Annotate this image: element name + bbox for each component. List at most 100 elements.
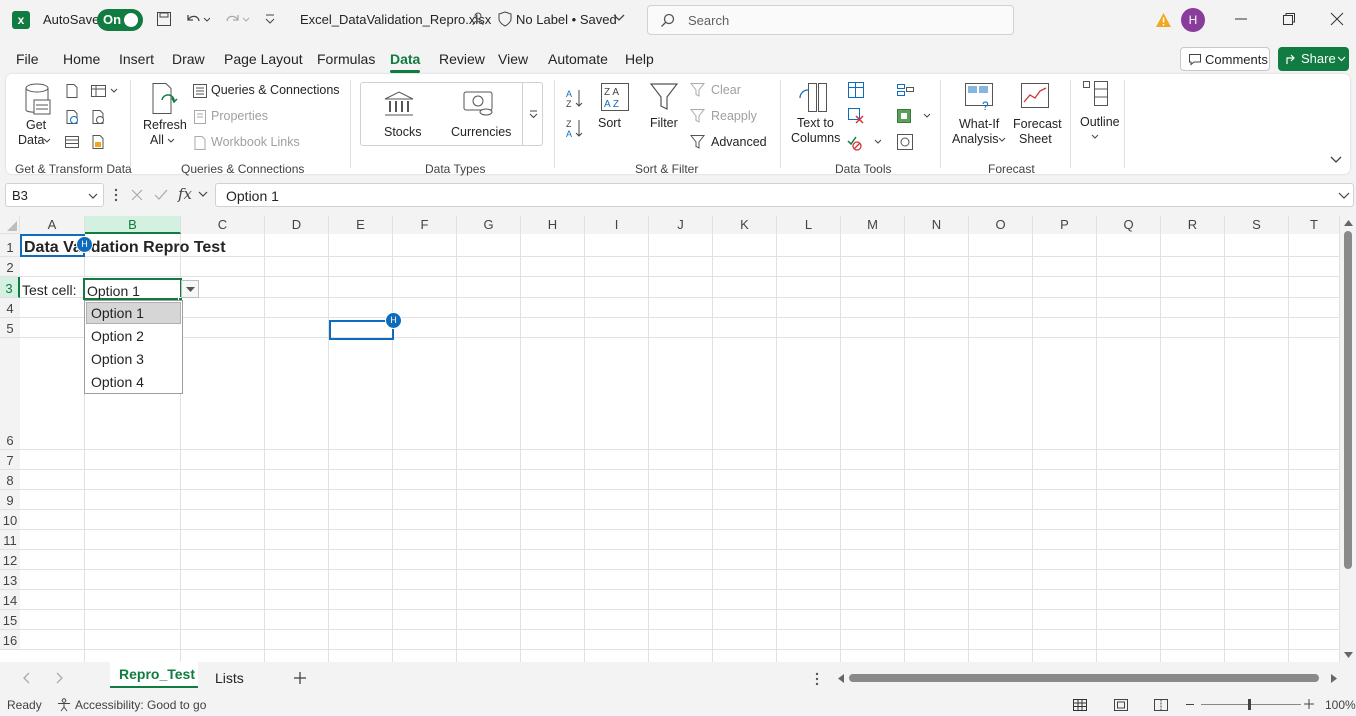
accessibility-icon[interactable] (57, 698, 71, 712)
column-header-q[interactable]: Q (1097, 216, 1161, 234)
sort-descending-icon[interactable]: ZA (565, 118, 585, 138)
ribbon-collapse-icon[interactable] (1330, 156, 1342, 164)
forecast-sheet-label-1[interactable]: Forecast (1013, 117, 1062, 131)
save-icon[interactable] (156, 11, 172, 27)
row-header-15[interactable]: 15 (0, 610, 20, 630)
column-header-e[interactable]: E (329, 216, 393, 234)
row-header-4[interactable]: 4 (0, 298, 20, 318)
forecast-sheet-label-2[interactable]: Sheet (1019, 132, 1052, 146)
confirm-formula-icon[interactable] (154, 189, 168, 201)
from-table-icon[interactable] (90, 83, 120, 99)
redo-icon[interactable] (224, 11, 250, 27)
dropdown-option[interactable]: Option 3 (91, 351, 144, 367)
get-data-icon[interactable] (24, 82, 52, 118)
row-header-10[interactable]: 10 (0, 510, 20, 530)
sort-label[interactable]: Sort (598, 116, 621, 130)
sort-ascending-icon[interactable]: AZ (565, 88, 585, 108)
manage-data-model-icon[interactable] (896, 133, 914, 151)
scroll-down-icon[interactable] (1344, 652, 1353, 658)
dropdown-option[interactable]: Option 2 (91, 328, 144, 344)
menu-review[interactable]: Review (439, 51, 485, 67)
name-box[interactable]: B3 (5, 183, 104, 207)
row-header-9[interactable]: 9 (0, 490, 20, 510)
column-header-a[interactable]: A (20, 216, 85, 234)
menu-page-layout[interactable]: Page Layout (224, 51, 303, 67)
dropdown-arrow-button[interactable] (181, 280, 199, 298)
column-header-i[interactable]: I (585, 216, 649, 234)
text-to-columns-label-1[interactable]: Text to (797, 116, 834, 130)
filter-label[interactable]: Filter (650, 116, 678, 130)
menu-insert[interactable]: Insert (119, 51, 154, 67)
refresh-all-label-1[interactable]: Refresh (143, 118, 187, 132)
insert-function-icon[interactable]: fx (178, 185, 192, 203)
menu-formulas[interactable]: Formulas (317, 51, 375, 67)
get-data-label-1[interactable]: Get (26, 118, 46, 132)
scroll-up-icon[interactable] (1344, 220, 1353, 226)
filter-icon[interactable] (649, 82, 679, 112)
prev-sheet-icon[interactable] (22, 672, 30, 684)
page-layout-view-icon[interactable] (1113, 698, 1129, 712)
menu-automate[interactable]: Automate (548, 51, 608, 67)
menu-data[interactable]: Data (390, 51, 420, 67)
text-to-columns-icon[interactable] (798, 82, 828, 114)
column-header-k[interactable]: K (713, 216, 777, 234)
share-button[interactable]: Share (1278, 47, 1349, 71)
outline-icon[interactable] (1082, 80, 1110, 108)
zoom-slider[interactable] (1201, 704, 1301, 705)
add-sheet-icon[interactable] (293, 671, 307, 685)
get-data-label-2[interactable]: Data (18, 133, 44, 147)
chevron-down-icon[interactable] (613, 14, 625, 22)
menu-help[interactable]: Help (625, 51, 654, 67)
sort-icon[interactable]: Z AA Z (600, 82, 630, 112)
chevron-down-icon[interactable] (198, 191, 208, 198)
file-name[interactable]: Excel_DataValidation_Repro.xlsx (300, 12, 491, 27)
zoom-level[interactable]: 100% (1325, 698, 1356, 712)
menu-home[interactable]: Home (63, 51, 100, 67)
column-header-f[interactable]: F (393, 216, 457, 234)
forecast-sheet-icon[interactable] (1020, 82, 1050, 112)
formula-input[interactable]: Option 1 (215, 183, 1354, 207)
consolidate-icon[interactable] (896, 81, 914, 99)
column-header-t[interactable]: T (1289, 216, 1340, 234)
next-sheet-icon[interactable] (56, 672, 64, 684)
autosave-toggle[interactable]: On (97, 9, 143, 31)
row-header-14[interactable]: 14 (0, 590, 20, 610)
select-all-corner[interactable] (0, 216, 20, 234)
column-header-s[interactable]: S (1225, 216, 1289, 234)
close-icon[interactable] (1330, 12, 1344, 26)
horizontal-scroll-thumb[interactable] (849, 674, 1319, 682)
stocks-label[interactable]: Stocks (384, 125, 422, 139)
column-header-h[interactable]: H (521, 216, 585, 234)
scroll-right-icon[interactable] (1331, 674, 1337, 683)
refresh-all-label-2[interactable]: All (150, 133, 164, 147)
scroll-left-icon[interactable] (838, 674, 844, 683)
currencies-icon[interactable] (462, 90, 494, 118)
menu-file[interactable]: File (16, 51, 39, 67)
user-avatar[interactable]: H (1181, 8, 1205, 32)
column-header-l[interactable]: L (777, 216, 841, 234)
vertical-scroll-thumb[interactable] (1344, 231, 1352, 569)
comments-button[interactable]: Comments (1180, 47, 1270, 71)
what-if-analysis-icon[interactable]: ? (964, 82, 994, 112)
column-header-g[interactable]: G (457, 216, 521, 234)
relationships-icon[interactable] (896, 107, 930, 125)
zoom-slider-thumb[interactable] (1248, 699, 1251, 710)
cell-a3-label[interactable]: Test cell: (22, 282, 76, 298)
existing-connections-icon[interactable] (64, 134, 80, 150)
flash-fill-icon[interactable] (847, 81, 865, 99)
row-header-1[interactable]: 1 (0, 234, 20, 257)
what-if-label-1[interactable]: What-If (959, 117, 999, 131)
what-if-label-2[interactable]: Analysis (952, 132, 999, 146)
minimize-icon[interactable] (1234, 12, 1248, 26)
from-text-icon[interactable] (64, 83, 80, 99)
refresh-all-icon[interactable] (150, 82, 180, 116)
sheet-tab-repro-test[interactable]: Repro_Test (110, 662, 198, 688)
dropdown-option[interactable]: Option 4 (91, 374, 144, 390)
page-break-view-icon[interactable] (1153, 698, 1169, 712)
menu-draw[interactable]: Draw (172, 51, 205, 67)
outline-label[interactable]: Outline (1080, 115, 1120, 129)
more-options-icon[interactable] (815, 672, 819, 686)
customize-qat-icon[interactable] (264, 12, 276, 26)
row-header-8[interactable]: 8 (0, 470, 20, 490)
cell-b3-selected[interactable]: Option 1 (83, 278, 182, 300)
